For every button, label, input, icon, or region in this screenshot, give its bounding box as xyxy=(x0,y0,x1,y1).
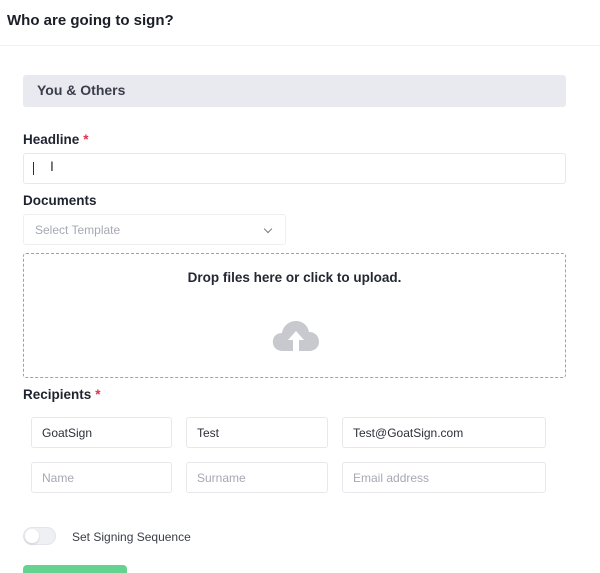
required-mark: * xyxy=(83,132,89,147)
cloud-upload-icon xyxy=(272,321,319,351)
text-caret xyxy=(33,162,34,175)
recipient-2-surname-input[interactable] xyxy=(186,462,328,493)
template-select[interactable]: Select Template xyxy=(23,214,286,245)
section-title: You & Others xyxy=(37,82,126,98)
headline-label: Headline * xyxy=(23,132,89,147)
dropzone-text: Drop files here or click to upload. xyxy=(187,270,402,285)
submit-button[interactable] xyxy=(23,565,127,573)
signing-sequence-toggle[interactable] xyxy=(23,527,56,545)
signers-form-page: Who are going to sign? You & Others Head… xyxy=(0,0,600,573)
recipient-2-email-input[interactable] xyxy=(342,462,546,493)
headline-input[interactable] xyxy=(23,153,566,184)
recipient-2-name-input[interactable] xyxy=(31,462,172,493)
recipient-1-email-input[interactable] xyxy=(342,417,546,448)
headline-label-text: Headline xyxy=(23,132,80,147)
signing-sequence-label: Set Signing Sequence xyxy=(72,530,191,544)
template-select-placeholder: Select Template xyxy=(35,223,121,237)
section-tab-you-and-others[interactable]: You & Others xyxy=(23,75,566,107)
recipients-label-text: Recipients xyxy=(23,387,92,402)
mouse-ibeam-cursor-icon: Ι xyxy=(50,158,54,174)
recipient-1-surname-input[interactable] xyxy=(186,417,328,448)
documents-label: Documents xyxy=(23,193,97,208)
required-mark: * xyxy=(95,387,101,402)
page-title: Who are going to sign? xyxy=(7,12,174,29)
recipients-label: Recipients * xyxy=(23,387,101,402)
recipient-1-name-input[interactable] xyxy=(31,417,172,448)
chevron-down-icon xyxy=(263,224,273,234)
file-dropzone[interactable]: Drop files here or click to upload. xyxy=(23,253,566,378)
toggle-knob xyxy=(25,529,39,543)
page-header: Who are going to sign? xyxy=(0,0,600,46)
